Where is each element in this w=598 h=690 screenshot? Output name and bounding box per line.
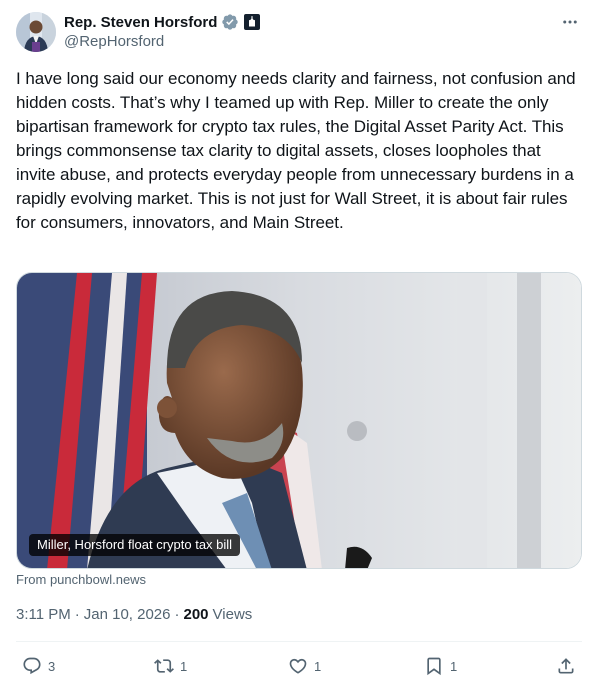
- views-count: 200: [183, 606, 209, 623]
- link-card[interactable]: Miller, Horsford float crypto tax bill: [16, 272, 582, 569]
- heart-icon: [289, 658, 307, 674]
- like-button[interactable]: 1: [288, 654, 321, 678]
- share-button[interactable]: [556, 654, 576, 678]
- reply-icon: [23, 657, 41, 675]
- bookmark-count: 1: [450, 658, 458, 674]
- tweet-metadata: 3:11 PM · Jan 10, 2026 · 200 Views: [16, 606, 252, 623]
- card-caption: Miller, Horsford float crypto tax bill: [29, 534, 241, 556]
- like-count: 1: [314, 658, 322, 674]
- government-affiliation-icon[interactable]: [244, 14, 261, 30]
- display-name[interactable]: Rep. Steven Horsford: [64, 14, 217, 31]
- share-icon: [558, 658, 574, 674]
- author-name-row: Rep. Steven Horsford: [64, 12, 261, 32]
- author-handle[interactable]: @RepHorsford: [64, 33, 164, 50]
- reply-button[interactable]: 3: [22, 654, 55, 678]
- meta-separator: ·: [174, 606, 180, 623]
- divider: [16, 641, 582, 642]
- tweet: Rep. Steven Horsford @RepHorsford I have…: [0, 0, 598, 690]
- action-bar: 3 1 1 1: [16, 654, 582, 678]
- reply-count: 3: [48, 658, 56, 674]
- repost-button[interactable]: 1: [154, 654, 187, 678]
- card-source[interactable]: From punchbowl.news: [16, 572, 146, 587]
- more-options-icon[interactable]: [558, 10, 582, 34]
- card-photo: [17, 273, 581, 568]
- repost-count: 1: [180, 658, 188, 674]
- avatar[interactable]: [16, 12, 56, 52]
- bookmark-button[interactable]: 1: [424, 654, 457, 678]
- repost-icon: [154, 659, 174, 673]
- tweet-date[interactable]: Jan 10, 2026: [84, 606, 171, 623]
- meta-separator: ·: [74, 606, 80, 623]
- tweet-text: I have long said our economy needs clari…: [16, 69, 576, 232]
- views-label: Views: [212, 606, 253, 623]
- verified-badge-icon[interactable]: [221, 13, 239, 31]
- tweet-time[interactable]: 3:11 PM: [16, 606, 71, 623]
- bookmark-icon: [427, 657, 441, 676]
